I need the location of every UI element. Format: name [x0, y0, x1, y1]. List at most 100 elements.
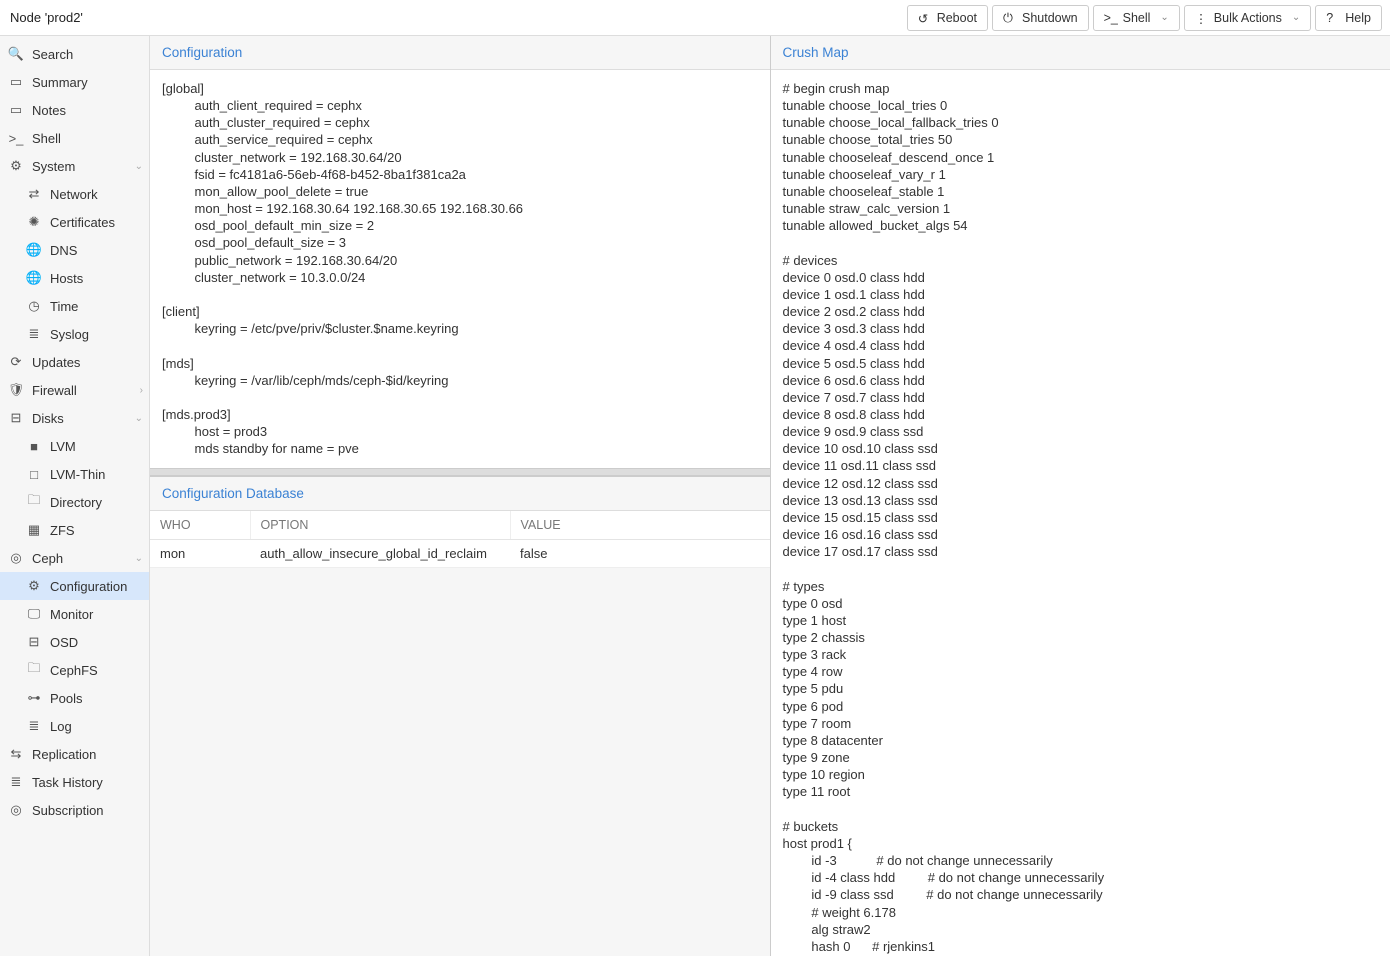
- sidebar-item-label: Disks: [32, 411, 64, 426]
- table-cell-value: false: [510, 539, 770, 567]
- chevron-down-icon: ⌄: [135, 413, 143, 424]
- sidebar-item-label: Pools: [50, 691, 83, 706]
- sidebar-item-dns[interactable]: 🌐DNS: [0, 236, 149, 264]
- sidebar-item-label: Directory: [50, 495, 102, 510]
- certificate-icon: ✺: [26, 214, 42, 230]
- sidebar-item-lvmthin[interactable]: □LVM-Thin: [0, 460, 149, 488]
- sidebar-item-label: Notes: [32, 103, 66, 118]
- globe-icon: 🌐: [26, 270, 42, 286]
- th-option[interactable]: OPTION: [250, 511, 510, 539]
- power-icon: ⏻: [1003, 11, 1016, 24]
- terminal-icon: >_: [8, 131, 24, 146]
- list-icon: ≣: [26, 718, 42, 734]
- tv-icon: 🖵: [26, 606, 42, 622]
- book-icon: ▭: [8, 74, 24, 90]
- sidebar-item-certificates[interactable]: ✺ Certificates: [0, 208, 149, 236]
- sidebar-item-hosts[interactable]: 🌐 Hosts: [0, 264, 149, 292]
- sidebar-item-cephfs[interactable]: 🗀 CephFS: [0, 656, 149, 684]
- reboot-button[interactable]: ↺ Reboot: [907, 5, 988, 31]
- sidebar-item-label: Summary: [32, 75, 88, 90]
- square-icon: ■: [26, 439, 42, 454]
- crush-map-text[interactable]: # begin crush map tunable choose_local_t…: [771, 70, 1390, 956]
- sidebar-item-label: Search: [32, 47, 73, 62]
- sidebar-item-disks[interactable]: ⊟ Disks ⌄: [0, 404, 149, 432]
- sidebar-item-label: LVM: [50, 439, 76, 454]
- sidebar-item-label: Configuration: [50, 579, 127, 594]
- clock-icon: ◷: [26, 298, 42, 314]
- sidebar-item-search[interactable]: 🔍 Search: [0, 40, 149, 68]
- sidebar-item-label: Hosts: [50, 271, 83, 286]
- sidebar-item-notes[interactable]: ▭ Notes: [0, 96, 149, 124]
- config-db-table: WHO OPTION VALUE monauth_allow_insecure_…: [150, 511, 770, 568]
- sidebar-item-label: LVM-Thin: [50, 467, 105, 482]
- sidebar-item-shell[interactable]: >_ Shell: [0, 124, 149, 152]
- list-icon: ≣: [8, 774, 24, 790]
- help-label: Help: [1345, 11, 1371, 25]
- sidebar-item-updates[interactable]: ⟳Updates: [0, 348, 149, 376]
- sidebar-item-label: Subscription: [32, 803, 104, 818]
- sidebar-item-firewall[interactable]: 🛡Firewall›: [0, 376, 149, 404]
- shell-label: Shell: [1123, 11, 1151, 25]
- sidebar-item-directory[interactable]: 🗀 Directory: [0, 488, 149, 516]
- folder-icon: 🗀: [26, 659, 42, 681]
- sidebar-item-label: CephFS: [50, 663, 98, 678]
- chevron-down-icon: ⌄: [135, 553, 143, 564]
- sidebar-item-label: Firewall: [32, 383, 77, 398]
- folder-icon: 🗀: [26, 491, 42, 513]
- th-value[interactable]: VALUE: [510, 511, 770, 539]
- help-button[interactable]: ? Help: [1315, 5, 1382, 31]
- reboot-icon: ↺: [918, 11, 931, 24]
- sidebar-item-label: Replication: [32, 747, 96, 762]
- th-who[interactable]: WHO: [150, 511, 250, 539]
- sidebar-item-network[interactable]: ⇄Network: [0, 180, 149, 208]
- sidebar-item-label: OSD: [50, 635, 78, 650]
- shutdown-label: Shutdown: [1022, 11, 1078, 25]
- sidebar-item-taskhistory[interactable]: ≣Task History: [0, 768, 149, 796]
- sidebar-item-log[interactable]: ≣Log: [0, 712, 149, 740]
- bulk-actions-button[interactable]: ⋮ Bulk Actions ⌄: [1184, 5, 1311, 31]
- sidebar-item-lvm[interactable]: ■ LVM: [0, 432, 149, 460]
- sidebar-item-summary[interactable]: ▭ Summary: [0, 68, 149, 96]
- list-icon: ≣: [26, 326, 42, 342]
- sidebar-item-label: Time: [50, 299, 78, 314]
- shield-icon: 🛡: [8, 382, 24, 398]
- sidebar-item-label: Certificates: [50, 215, 115, 230]
- note-icon: ▭: [8, 102, 24, 118]
- table-cell-option: auth_allow_insecure_global_id_reclaim: [250, 539, 510, 567]
- table-row[interactable]: monauth_allow_insecure_global_id_reclaim…: [150, 539, 770, 567]
- sidebar-item-configuration[interactable]: ⚙ Configuration: [0, 572, 149, 600]
- sidebar-item-time[interactable]: ◷ Time: [0, 292, 149, 320]
- network-icon: ⇄: [26, 186, 42, 202]
- sidebar-item-system[interactable]: ⚙System⌄: [0, 152, 149, 180]
- search-icon: 🔍: [8, 46, 24, 62]
- sidebar-item-label: ZFS: [50, 523, 75, 538]
- configuration-text[interactable]: [global] auth_client_required = cephx au…: [150, 70, 770, 468]
- chevron-down-icon: ⌄: [1160, 12, 1168, 23]
- hdd-icon: ⊟: [26, 634, 42, 650]
- sidebar-item-label: Updates: [32, 355, 80, 370]
- shutdown-button[interactable]: ⏻ Shutdown: [992, 5, 1089, 31]
- sidebar-item-label: System: [32, 159, 75, 174]
- sidebar-item-syslog[interactable]: ≣Syslog: [0, 320, 149, 348]
- shell-button[interactable]: >_ Shell ⌄: [1093, 5, 1180, 31]
- retweet-icon: ⇆: [8, 746, 24, 762]
- sidebar-item-monitor[interactable]: 🖵Monitor: [0, 600, 149, 628]
- sidebar-item-pools[interactable]: ⊶Pools: [0, 684, 149, 712]
- terminal-icon: >_: [1104, 11, 1117, 24]
- sidebar-item-subscription[interactable]: ◎Subscription: [0, 796, 149, 824]
- sidebar-item-replication[interactable]: ⇆ Replication: [0, 740, 149, 768]
- sidebar-item-ceph[interactable]: ◎Ceph⌄: [0, 544, 149, 572]
- page-title: Node 'prod2': [8, 10, 907, 25]
- globe-icon: 🌐: [26, 242, 42, 258]
- gears-icon: ⚙: [8, 158, 24, 174]
- split-handle[interactable]: [150, 468, 770, 476]
- disk-icon: ⊟: [8, 410, 24, 426]
- sidebar-item-label: Shell: [32, 131, 61, 146]
- sidebar-item-zfs[interactable]: ▦ZFS: [0, 516, 149, 544]
- help-icon: ?: [1326, 11, 1339, 24]
- table-cell-who: mon: [150, 539, 250, 567]
- gear-icon: ⚙: [26, 578, 42, 594]
- ceph-icon: ◎: [8, 550, 24, 566]
- chevron-down-icon: ⌄: [1292, 12, 1300, 23]
- sidebar-item-osd[interactable]: ⊟ OSD: [0, 628, 149, 656]
